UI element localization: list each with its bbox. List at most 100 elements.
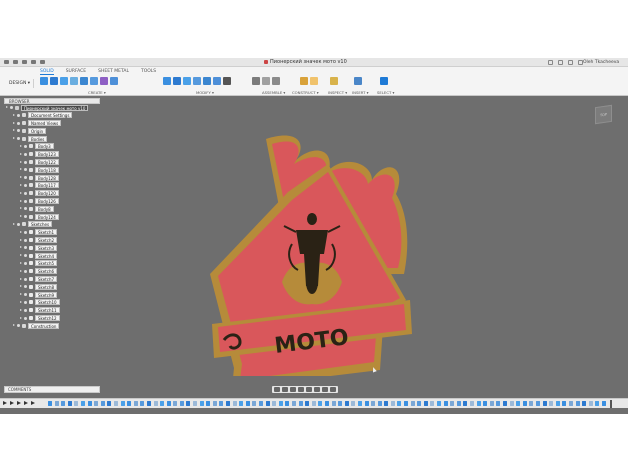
browser-tree-node[interactable]: Sketch8 xyxy=(4,283,100,291)
save-icon[interactable] xyxy=(22,60,27,64)
timeline-feature-icon[interactable] xyxy=(351,401,356,406)
file-menu-icon[interactable] xyxy=(13,60,18,64)
timeline-feature-icon[interactable] xyxy=(529,401,534,406)
expand-chevron-icon[interactable] xyxy=(20,254,22,257)
display-settings-icon[interactable] xyxy=(314,387,320,392)
browser-tree-node[interactable]: Construction xyxy=(4,322,100,330)
timeline-feature-icon[interactable] xyxy=(496,401,501,406)
visibility-eye-icon[interactable] xyxy=(17,113,20,117)
visibility-eye-icon[interactable] xyxy=(24,160,27,164)
timeline-feature-icon[interactable] xyxy=(54,401,59,406)
visibility-eye-icon[interactable] xyxy=(17,222,20,226)
timeline-feature-icon[interactable] xyxy=(193,401,198,406)
timeline-feature-icon[interactable] xyxy=(549,401,554,406)
timeline-feature-icon[interactable] xyxy=(344,401,349,406)
browser-tree-node[interactable]: Sketch10 xyxy=(4,299,100,307)
pioneer-badge-model[interactable]: МОТО xyxy=(196,114,436,376)
timeline-feature-icon[interactable] xyxy=(562,401,567,406)
tab-tools[interactable]: TOOLS xyxy=(141,69,156,75)
tab-surface[interactable]: SURFACE xyxy=(66,69,86,75)
timeline-feature-icon[interactable] xyxy=(476,401,481,406)
timeline-feature-icon[interactable] xyxy=(278,401,283,406)
select-icon[interactable] xyxy=(380,77,388,85)
insert-image-icon[interactable] xyxy=(354,77,362,85)
timeline-feature-icon[interactable] xyxy=(239,401,244,406)
timeline-feature-icon[interactable] xyxy=(397,401,402,406)
visibility-eye-icon[interactable] xyxy=(24,261,27,265)
press-pull-icon[interactable] xyxy=(163,77,171,85)
timeline-feature-icon[interactable] xyxy=(588,401,593,406)
visibility-eye-icon[interactable] xyxy=(17,324,20,328)
timeline-feature-icon[interactable] xyxy=(417,401,422,406)
timeline-feature-icon[interactable] xyxy=(371,401,376,406)
timeline-feature-icon[interactable] xyxy=(120,401,125,406)
timeline-feature-icon[interactable] xyxy=(113,401,118,406)
shell-icon[interactable] xyxy=(193,77,201,85)
timeline-feature-icon[interactable] xyxy=(311,401,316,406)
notifications-icon[interactable] xyxy=(568,60,573,65)
undo-icon[interactable] xyxy=(31,60,36,64)
visibility-eye-icon[interactable] xyxy=(24,215,27,219)
visibility-eye-icon[interactable] xyxy=(24,199,27,203)
timeline-feature-icon[interactable] xyxy=(470,401,474,406)
timeline-feature-icon[interactable] xyxy=(186,401,191,406)
browser-tree-node[interactable]: Body8 xyxy=(4,205,100,213)
timeline-feature-icon[interactable] xyxy=(48,401,52,406)
timeline-feature-icon[interactable] xyxy=(127,401,132,406)
timeline-feature-icon[interactable] xyxy=(206,401,211,406)
first-step-icon[interactable] xyxy=(3,401,7,405)
browser-tree-node[interactable]: Body117 xyxy=(4,182,100,190)
timeline-feature-icon[interactable] xyxy=(61,401,66,406)
browser-tree-node[interactable]: Body123 xyxy=(4,151,100,159)
comments-panel[interactable]: COMMENTS xyxy=(4,386,100,393)
visibility-eye-icon[interactable] xyxy=(24,316,27,320)
expand-chevron-icon[interactable] xyxy=(20,152,22,155)
visibility-eye-icon[interactable] xyxy=(24,246,27,250)
timeline-feature-icon[interactable] xyxy=(595,401,600,406)
timeline-feature-icon[interactable] xyxy=(80,401,85,406)
timeline-feature-icon[interactable] xyxy=(364,401,369,406)
expand-chevron-icon[interactable] xyxy=(13,222,15,225)
browser-tree-node[interactable]: Named Views xyxy=(4,120,100,128)
timeline-feature-icon[interactable] xyxy=(430,401,435,406)
expand-chevron-icon[interactable] xyxy=(20,199,22,202)
timeline-feature-icon[interactable] xyxy=(522,401,527,406)
timeline-feature-icon[interactable] xyxy=(318,401,323,406)
sweep-icon[interactable] xyxy=(80,77,88,85)
browser-tree-node[interactable]: Sketch7 xyxy=(4,276,100,284)
expand-chevron-icon[interactable] xyxy=(20,215,22,218)
browser-tree-node[interactable]: Body128 xyxy=(4,174,100,182)
visibility-eye-icon[interactable] xyxy=(24,207,27,211)
timeline-feature-icon[interactable] xyxy=(245,401,250,406)
browser-tree-node[interactable]: Origin xyxy=(4,127,100,135)
assemble-menu[interactable]: ASSEMBLE ▾ xyxy=(262,90,285,95)
visibility-eye-icon[interactable] xyxy=(24,183,27,187)
expand-chevron-icon[interactable] xyxy=(20,300,22,303)
timeline-feature-icon[interactable] xyxy=(502,401,507,406)
play-icon[interactable] xyxy=(17,401,21,405)
browser-tree-node[interactable]: Body3 xyxy=(4,143,100,151)
browser-tree-node[interactable]: Sketch3 xyxy=(4,244,100,252)
timeline-feature-icon[interactable] xyxy=(160,401,165,406)
timeline-feature-icon[interactable] xyxy=(410,401,415,406)
zoom-icon[interactable] xyxy=(298,387,304,392)
joint-icon[interactable] xyxy=(252,77,260,85)
expand-chevron-icon[interactable] xyxy=(20,277,22,280)
timeline-feature-icon[interactable] xyxy=(489,401,494,406)
browser-tree-node[interactable]: Bodies xyxy=(4,135,100,143)
timeline-feature-icon[interactable] xyxy=(285,401,290,406)
grid-settings-icon[interactable] xyxy=(322,387,328,392)
timeline-feature-icon[interactable] xyxy=(568,401,573,406)
midplane-icon[interactable] xyxy=(310,77,318,85)
expand-chevron-icon[interactable] xyxy=(13,324,15,327)
browser-tree-node[interactable]: Sketch9 xyxy=(4,291,100,299)
timeline-feature-icon[interactable] xyxy=(272,401,277,406)
timeline-feature-icon[interactable] xyxy=(456,401,461,406)
visibility-eye-icon[interactable] xyxy=(17,121,20,125)
timeline-feature-icon[interactable] xyxy=(555,401,560,406)
timeline-feature-icon[interactable] xyxy=(582,401,587,406)
expand-chevron-icon[interactable] xyxy=(13,121,15,124)
expand-chevron-icon[interactable] xyxy=(20,160,22,163)
expand-chevron-icon[interactable] xyxy=(20,144,22,147)
timeline-feature-icon[interactable] xyxy=(384,401,389,406)
